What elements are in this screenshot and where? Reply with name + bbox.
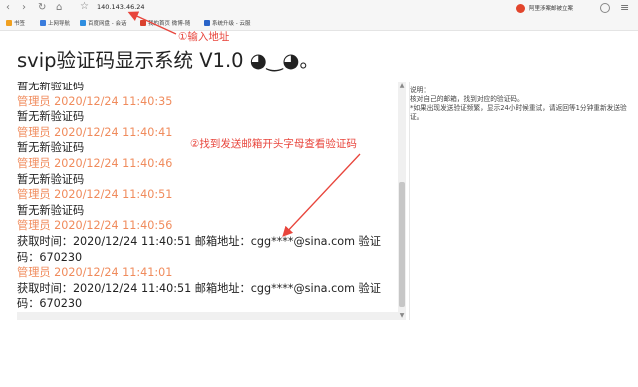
annotation-step2: ②找到发送邮箱开头字母查看验证码	[190, 138, 357, 150]
user-icon[interactable]	[600, 3, 610, 13]
bookmark-item[interactable]: 百度网盘 - 会话	[80, 19, 126, 27]
vertical-scrollbar[interactable]: ▲ ▼	[398, 82, 406, 320]
side-note: 说明： 核对自己的邮箱，找到对应的验证码。 *如果出现发送验证频繁，显示24小时…	[410, 86, 635, 122]
bookmark-item[interactable]: 我的首页 微博-随	[140, 19, 190, 27]
log-message: 暂无新验证码	[17, 110, 85, 124]
log-message: 码：670230	[17, 250, 83, 264]
side-note-line: *如果出现发送验证频繁，显示24小时候重试，请返回等1分钟重新发送验	[410, 104, 627, 112]
log-message: 获取时间：2020/12/24 11:40:51 邮箱地址：cgg****@si…	[17, 235, 381, 248]
bookmark-item[interactable]: 系统升级 - 云服	[204, 19, 250, 27]
bookmark-favicon-icon	[140, 20, 146, 26]
scroll-down-icon[interactable]: ▼	[398, 312, 406, 320]
menu-icon[interactable]: ≡	[620, 1, 629, 14]
reload-icon[interactable]: ↻	[38, 1, 46, 15]
bookmark-favicon-icon	[204, 20, 210, 26]
bookmark-star-icon	[6, 20, 12, 26]
annotation-step1: ①输入地址	[178, 31, 230, 43]
bookmarks-bar: 书签 上网导航 百度网盘 - 会话 我的首页 微博-随 系统升级 - 云服	[0, 17, 638, 31]
forward-icon[interactable]: ›	[22, 1, 26, 15]
log-message: 暂无新验证码	[17, 203, 85, 217]
bookmark-favicon-icon	[80, 20, 86, 26]
bookmark-star-icon[interactable]: ☆	[80, 1, 89, 12]
bookmark-label: 系统升级 - 云服	[212, 21, 251, 27]
address-bar[interactable]: 140.143.46.24	[97, 3, 145, 11]
bookmark-label: 我的首页 微博-随	[148, 21, 191, 27]
log-admin-timestamp: 管理员 2020/12/24 11:40:46	[17, 157, 173, 170]
bookmark-item[interactable]: 上网导航	[40, 19, 70, 27]
log-message: 暂无新验证码	[17, 172, 85, 186]
back-icon[interactable]: ‹	[6, 1, 10, 15]
extension-icon[interactable]	[516, 4, 525, 13]
log-message: 获取时间：2020/12/24 11:40:51 邮箱地址：cgg****@si…	[17, 281, 381, 295]
code-log-list: 暂无新验证码 管理员 2020/12/24 11:40:35 暂无新验证码 管理员 2…	[17, 82, 397, 312]
browser-toolbar: ‹ › ↻ ⌂ ☆ 140.143.46.24 阿里涉案邮被立案 ≡	[0, 0, 638, 17]
log-admin-timestamp: 管理员 2020/12/24 11:41:01	[17, 266, 173, 280]
bookmark-favicon-icon	[40, 20, 46, 26]
bookmark-item[interactable]: 书签	[6, 19, 25, 27]
extension-label[interactable]: 阿里涉案邮被立案	[529, 4, 573, 12]
home-icon[interactable]: ⌂	[56, 1, 62, 15]
log-admin-timestamp: 管理员 2020/12/24 11:40:51	[17, 188, 173, 202]
code-log-panel[interactable]: 暂无新验证码 管理员 2020/12/24 11:40:35 暂无新验证码 管理员 2…	[17, 82, 407, 320]
scroll-up-icon[interactable]: ▲	[398, 82, 406, 90]
bookmark-label: 书签	[14, 21, 26, 27]
horizontal-scrollbar[interactable]	[17, 312, 398, 320]
side-note-line: 证。	[410, 113, 424, 121]
side-note-line: 核对自己的邮箱，找到对应的验证码。	[410, 95, 524, 103]
scrollbar-thumb[interactable]	[399, 182, 405, 307]
log-message: 暂无新验证码	[17, 82, 85, 92]
bookmark-label: 上网导航	[48, 21, 71, 27]
log-admin-timestamp: 管理员 2020/12/24 11:40:35	[17, 94, 173, 108]
log-message: 暂无新验证码	[17, 141, 85, 155]
side-note-line: 说明：	[410, 86, 431, 94]
log-message: 码：670230	[17, 297, 83, 311]
bookmark-label: 百度网盘 - 会话	[88, 21, 127, 27]
page-title: svip验证码显示系统 V1.0 ◕‿◕。	[17, 49, 319, 72]
log-admin-timestamp: 管理员 2020/12/24 11:40:41	[17, 125, 173, 139]
log-admin-timestamp: 管理员 2020/12/24 11:40:56	[17, 219, 173, 233]
